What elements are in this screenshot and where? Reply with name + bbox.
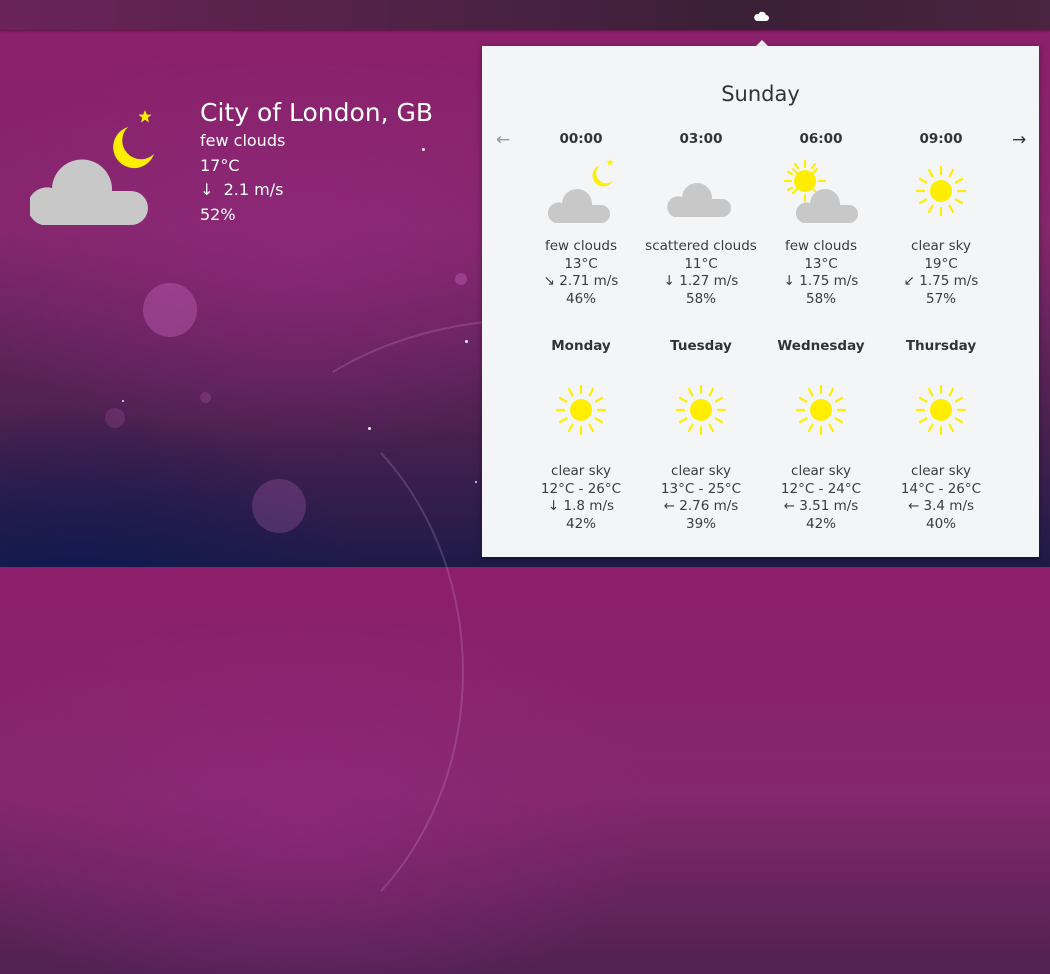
forecast-temperature: 13°C (564, 255, 598, 272)
forecast-condition: clear sky (911, 238, 971, 254)
forecast-condition: clear sky (791, 463, 851, 479)
top-panel-bar (0, 0, 1050, 30)
cloud-sun-icon (781, 159, 861, 231)
daily-forecast-item: Monday clear sky 12°C - 26°C ↓ 1.8 m/s 4… (521, 338, 641, 533)
wallpaper-bokeh (143, 283, 197, 337)
forecast-condition: few clouds (785, 238, 857, 254)
wallpaper-star (122, 400, 124, 402)
forecast-condition: few clouds (545, 238, 617, 254)
wallpaper-star (368, 427, 371, 430)
forecast-condition: clear sky (671, 463, 731, 479)
weather-forecast-popup: Sunday ← → 00:00 few clouds 13°C ↘ 2.71 … (482, 46, 1039, 557)
daily-forecast-item: Tuesday clear sky 13°C - 25°C ← 2.76 m/s… (641, 338, 761, 533)
forecast-wind: ↓ 1.8 m/s (547, 498, 615, 514)
forecast-day-title: Sunday (721, 82, 800, 106)
wallpaper-star (475, 481, 477, 483)
forecast-time: 06:00 (799, 131, 843, 147)
daily-forecast-item: Thursday clear sky 14°C - 26°C ← 3.4 m/s… (881, 338, 1001, 533)
next-day-button[interactable]: → (1012, 130, 1026, 150)
forecast-wind: ↓ 1.27 m/s (663, 273, 739, 289)
forecast-humidity: 46% (565, 290, 596, 307)
forecast-humidity: 57% (925, 290, 956, 307)
hourly-forecast-item: 09:00 clear sky 19°C ↙ 1.75 m/s 57% (881, 131, 1001, 308)
forecast-time: 09:00 (919, 131, 963, 147)
current-condition: few clouds (200, 131, 286, 150)
weather-tray-cloud-icon[interactable] (754, 7, 769, 21)
forecast-temperature-range: 12°C - 24°C (780, 480, 862, 497)
forecast-wind: ↘ 2.71 m/s (543, 273, 619, 289)
forecast-time: 00:00 (559, 131, 603, 147)
hourly-forecast-item: 00:00 few clouds 13°C ↘ 2.71 m/s 46% (521, 131, 641, 308)
forecast-temperature: 13°C (804, 255, 838, 272)
forecast-temperature-range: 12°C - 26°C (540, 480, 622, 497)
forecast-wind: ← 3.51 m/s (783, 498, 859, 514)
wallpaper-bokeh (455, 273, 467, 285)
sun-icon (901, 159, 981, 231)
sun-icon (661, 382, 741, 442)
forecast-temperature: 19°C (924, 255, 958, 272)
forecast-condition: clear sky (551, 463, 611, 479)
forecast-humidity: 58% (685, 290, 716, 307)
forecast-time: 03:00 (679, 131, 723, 147)
forecast-temperature: 11°C (684, 255, 718, 272)
forecast-temperature-range: 14°C - 26°C (900, 480, 982, 497)
forecast-wind: ← 3.4 m/s (907, 498, 975, 514)
cloud-icon (661, 159, 741, 231)
current-temperature: 17°C (200, 155, 240, 175)
forecast-day: Thursday (905, 338, 977, 354)
forecast-day: Monday (551, 338, 611, 354)
forecast-humidity: 42% (805, 515, 836, 532)
forecast-condition: scattered clouds (645, 238, 757, 254)
cloud-night-icon (541, 159, 621, 231)
previous-day-button[interactable]: ← (496, 130, 510, 150)
cloud-night-icon (27, 108, 160, 228)
location-name: City of London, GB (200, 98, 434, 127)
forecast-day: Tuesday (670, 338, 732, 354)
hourly-forecast-item: 06:00 few clouds 13°C ↓ 1.75 m/s 58% (761, 131, 881, 308)
forecast-wind: ← 2.76 m/s (663, 498, 739, 514)
sun-icon (541, 382, 621, 442)
wallpaper-star (465, 340, 468, 343)
forecast-condition: clear sky (911, 463, 971, 479)
forecast-day: Wednesday (777, 338, 865, 354)
daily-forecast-item: Wednesday clear sky 12°C - 24°C ← 3.51 m… (761, 338, 881, 533)
forecast-temperature-range: 13°C - 25°C (660, 480, 742, 497)
sun-icon (901, 382, 981, 442)
forecast-humidity: 58% (805, 290, 836, 307)
forecast-humidity: 42% (565, 515, 596, 532)
forecast-wind: ↙ 1.75 m/s (903, 273, 979, 289)
hourly-forecast-item: 03:00 scattered clouds 11°C ↓ 1.27 m/s 5… (641, 131, 761, 308)
forecast-humidity: 40% (925, 515, 956, 532)
current-humidity: 52% (200, 204, 236, 224)
forecast-wind: ↓ 1.75 m/s (783, 273, 859, 289)
current-wind: ↓ 2.1 m/s (200, 180, 284, 199)
sun-icon (781, 382, 861, 442)
forecast-humidity: 39% (685, 515, 716, 532)
